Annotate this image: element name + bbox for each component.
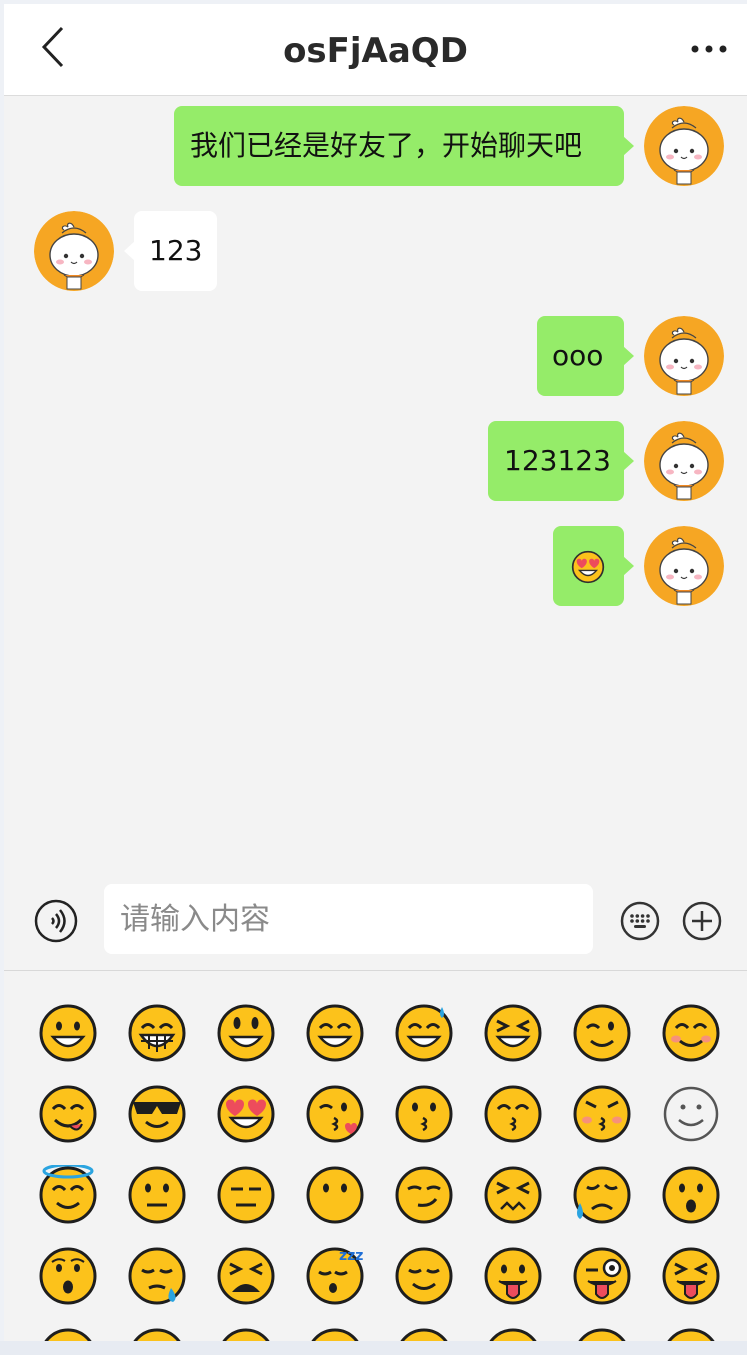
- chat-title: osFjAaQD: [283, 31, 468, 71]
- winking-face-emoji[interactable]: [572, 1003, 632, 1063]
- grinning-face-emoji[interactable]: [38, 1003, 98, 1063]
- winking-tongue-emoji[interactable]: [572, 1246, 632, 1306]
- expressionless-face-emoji[interactable]: [216, 1165, 276, 1225]
- neutral-face-emoji[interactable]: [127, 1165, 187, 1225]
- partial-7-emoji[interactable]: [572, 1327, 632, 1341]
- bun-character-icon: [34, 211, 114, 291]
- partial-6-emoji[interactable]: [483, 1327, 543, 1341]
- heart-eyes-emoji: [571, 550, 605, 584]
- partial-5-emoji[interactable]: [394, 1327, 454, 1341]
- voice-icon[interactable]: [34, 899, 78, 943]
- chat-window: osFjAaQD 我们已经是好友了，开始聊天吧 123 ooo 123123 请…: [4, 4, 747, 1341]
- heart-eyes-face-emoji[interactable]: [216, 1084, 276, 1144]
- grinning-big-eyes-emoji[interactable]: [216, 1003, 276, 1063]
- bun-character-icon: [644, 421, 724, 501]
- emoji-keyboard-icon[interactable]: [620, 901, 660, 941]
- kissing-heart-face-emoji[interactable]: [305, 1084, 365, 1144]
- tired-face-emoji[interactable]: [216, 1246, 276, 1306]
- grinning-smiling-eyes-emoji[interactable]: [305, 1003, 365, 1063]
- partial-8-emoji[interactable]: [661, 1327, 721, 1341]
- message-bubble-emoji[interactable]: [553, 526, 634, 606]
- kissing-smiling-eyes-emoji[interactable]: [483, 1084, 543, 1144]
- hushed-face-emoji[interactable]: [661, 1165, 721, 1225]
- squinting-laughing-emoji[interactable]: [483, 1003, 543, 1063]
- avatar[interactable]: [34, 211, 114, 291]
- kissing-face-emoji[interactable]: [394, 1084, 454, 1144]
- chat-header: osFjAaQD: [4, 4, 747, 96]
- avatar[interactable]: [644, 316, 724, 396]
- squinting-tongue-emoji[interactable]: [661, 1246, 721, 1306]
- sleeping-face-emoji[interactable]: zzz: [305, 1246, 365, 1306]
- no-mouth-face-emoji[interactable]: [305, 1165, 365, 1225]
- avatar[interactable]: [644, 526, 724, 606]
- disappointed-relieved-emoji[interactable]: [572, 1165, 632, 1225]
- plus-circle-icon[interactable]: [682, 901, 722, 941]
- tongue-face-emoji[interactable]: [483, 1246, 543, 1306]
- partial-3-emoji[interactable]: [216, 1327, 276, 1341]
- bun-character-icon: [644, 106, 724, 186]
- persevering-face-emoji[interactable]: [483, 1165, 543, 1225]
- avatar[interactable]: [644, 106, 724, 186]
- partial-4-emoji[interactable]: [305, 1327, 365, 1341]
- surprised-face-emoji[interactable]: [38, 1246, 98, 1306]
- beaming-face-emoji[interactable]: [127, 1003, 187, 1063]
- sleepy-face-emoji[interactable]: [127, 1246, 187, 1306]
- more-dots-icon[interactable]: [689, 34, 729, 64]
- grinning-sweat-emoji[interactable]: [394, 1003, 454, 1063]
- emoji-panel: zzz: [4, 971, 747, 1341]
- input-bar: [4, 868, 747, 971]
- avatar[interactable]: [644, 421, 724, 501]
- yum-face-emoji[interactable]: [38, 1084, 98, 1144]
- smiling-blush-emoji[interactable]: [661, 1003, 721, 1063]
- horizontal-scrollbar[interactable]: [0, 1341, 747, 1355]
- partial-1-emoji[interactable]: [38, 1327, 98, 1341]
- message-input[interactable]: [104, 884, 593, 954]
- bun-character-icon: [644, 316, 724, 396]
- sunglasses-face-emoji[interactable]: [127, 1084, 187, 1144]
- kissing-closed-eyes-emoji[interactable]: [572, 1084, 632, 1144]
- message-bubble[interactable]: 我们已经是好友了，开始聊天吧: [174, 106, 634, 186]
- message-bubble[interactable]: 123123: [488, 421, 634, 501]
- halo-face-emoji[interactable]: [38, 1165, 98, 1225]
- smirking-face-emoji[interactable]: [394, 1165, 454, 1225]
- bun-character-icon: [644, 526, 724, 606]
- message-bubble[interactable]: ooo: [537, 316, 634, 396]
- svg-text:zzz: zzz: [339, 1248, 363, 1264]
- message-bubble[interactable]: 123: [124, 211, 217, 291]
- partial-2-emoji[interactable]: [127, 1327, 187, 1341]
- smiling-outline-emoji[interactable]: [661, 1084, 721, 1144]
- relieved-face-emoji[interactable]: [394, 1246, 454, 1306]
